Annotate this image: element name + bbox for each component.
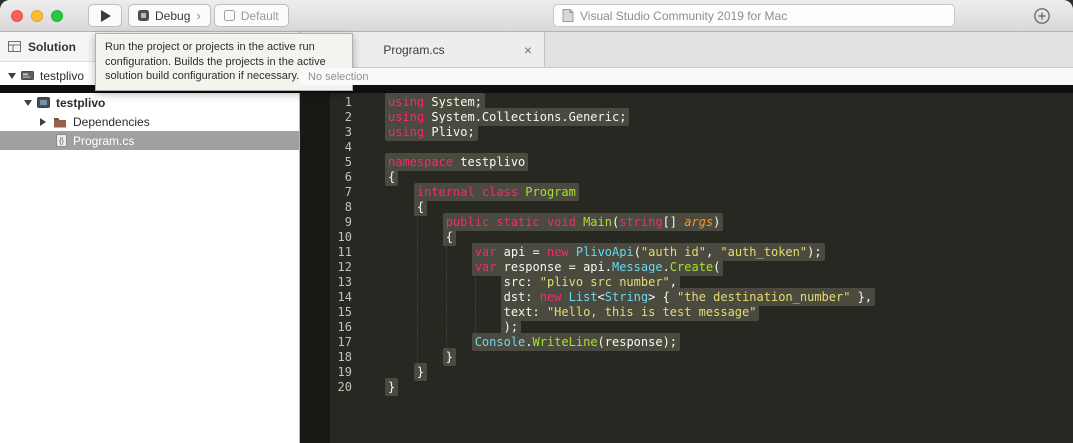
- line-number: 4: [344, 140, 352, 154]
- indent-guide: [416, 275, 418, 290]
- code-line: 3 using Plivo;: [300, 123, 1073, 141]
- indent-guide: [445, 305, 447, 320]
- traffic-close[interactable]: [11, 10, 23, 22]
- code-editor[interactable]: 1 using System; 2 using System.Collections.…: [300, 93, 1073, 443]
- sidebar-item-program-cs[interactable]: {} Program.cs: [0, 131, 299, 150]
- code-line: 5 namespace testplivo: [300, 153, 1073, 171]
- configuration-selector: Debug › Default: [128, 4, 289, 27]
- debug-config-button[interactable]: Debug ›: [128, 4, 211, 27]
- line-number: 11: [337, 245, 352, 259]
- line-number: 2: [344, 110, 352, 124]
- breadcrumb-text: No selection: [308, 70, 369, 83]
- debug-config-icon: [138, 10, 149, 21]
- chevron-right-icon[interactable]: [40, 118, 53, 126]
- code-line: 9 public static void Main(string[] args): [300, 213, 1073, 231]
- line-number: 14: [337, 290, 352, 304]
- indent-guide: [416, 290, 418, 305]
- vs-document-icon: [562, 9, 574, 22]
- line-number: 3: [344, 125, 352, 139]
- line-number: 8: [344, 200, 352, 214]
- line-number: 5: [344, 155, 352, 169]
- sidebar-item-dependencies[interactable]: Dependencies: [0, 112, 299, 131]
- indent-guide: [445, 260, 447, 275]
- window-title-text: Visual Studio Community 2019 for Mac: [580, 8, 788, 23]
- indent-guide: [416, 320, 418, 335]
- line-number: 1: [344, 95, 352, 109]
- line-number: 10: [337, 230, 352, 244]
- titlebar: Debug › Default Visual Studio Community …: [0, 0, 1073, 32]
- line-number: 20: [337, 380, 352, 394]
- play-icon: [101, 9, 111, 22]
- indent-guide: [416, 260, 418, 275]
- sidebar-item-label: Program.cs: [73, 133, 135, 148]
- solution-pad: Solution testplivo testplivo Dependencie…: [0, 32, 300, 443]
- traffic-zoom[interactable]: [51, 10, 63, 22]
- svg-text:{}: {}: [59, 138, 64, 145]
- update-icon[interactable]: [1033, 7, 1051, 25]
- sidebar-item-label: testplivo: [56, 95, 106, 110]
- line-number: 7: [344, 185, 352, 199]
- close-icon[interactable]: ×: [520, 42, 536, 58]
- line-number: 17: [337, 335, 352, 349]
- debug-config-label: Debug: [155, 8, 191, 23]
- indent-guide: [474, 305, 476, 320]
- indent-guide: [445, 320, 447, 335]
- indent-guide: [474, 290, 476, 305]
- run-button[interactable]: [88, 4, 122, 27]
- indent-guide: [416, 215, 418, 230]
- chevron-down-icon[interactable]: [8, 73, 21, 79]
- breadcrumb: No selection: [300, 68, 1073, 85]
- line-number: 13: [337, 275, 352, 289]
- indent-guide: [445, 275, 447, 290]
- line-number: 9: [344, 215, 352, 229]
- line-number: 15: [337, 305, 352, 319]
- sidebar-item-label: testplivo: [40, 68, 85, 83]
- default-device-label: Default: [240, 8, 279, 23]
- chevron-down-icon[interactable]: [24, 100, 37, 106]
- solution-pad-icon: [8, 41, 21, 52]
- indent-guide: [416, 230, 418, 245]
- dependencies-folder-icon: [53, 116, 67, 128]
- line-number: 16: [337, 320, 352, 334]
- sidebar-item-label: Dependencies: [73, 114, 150, 129]
- code-line: 15 text: "Hello, this is test message": [300, 303, 1073, 321]
- chevron-right-icon: ›: [196, 8, 201, 23]
- tabstrip: Program.cs ×: [300, 32, 1073, 68]
- run-button-tooltip-text: Run the project or projects in the activ…: [105, 41, 326, 83]
- solution-icon: [21, 69, 34, 82]
- code-lines: 1 using System; 2 using System.Collections.…: [300, 93, 1073, 396]
- default-device-icon: [223, 10, 235, 21]
- line-number: 19: [337, 365, 352, 379]
- window-title-field[interactable]: Visual Studio Community 2019 for Mac: [553, 4, 955, 27]
- code-line: 12 var response = api.Message.Create(: [300, 258, 1073, 276]
- indent-guide: [445, 290, 447, 305]
- line-number: 18: [337, 350, 352, 364]
- csharp-file-icon: {}: [56, 134, 67, 147]
- line-number: 6: [344, 170, 352, 184]
- editor-region: Program.cs × No selection 1 using System;…: [300, 32, 1073, 443]
- indent-guide: [416, 245, 418, 260]
- default-device-button[interactable]: Default: [213, 4, 289, 27]
- traffic-minimize[interactable]: [31, 10, 43, 22]
- indent-guide: [474, 275, 476, 290]
- indent-guide: [445, 245, 447, 260]
- sidebar-item-project-testplivo[interactable]: testplivo: [0, 93, 299, 112]
- indent-guide: [416, 305, 418, 320]
- solution-pad-title: Solution: [28, 39, 76, 54]
- vs-mac-window: Debug › Default Visual Studio Community …: [0, 0, 1073, 443]
- code-line: 20}: [300, 378, 1073, 396]
- traffic-lights: [11, 10, 63, 22]
- project-icon: [37, 96, 50, 109]
- code-line: 17 Console.WriteLine(response);: [300, 333, 1073, 351]
- code-line: 16 );: [300, 318, 1073, 336]
- line-number: 12: [337, 260, 352, 274]
- indent-guide: [416, 335, 418, 350]
- code-line: 19 }: [300, 363, 1073, 381]
